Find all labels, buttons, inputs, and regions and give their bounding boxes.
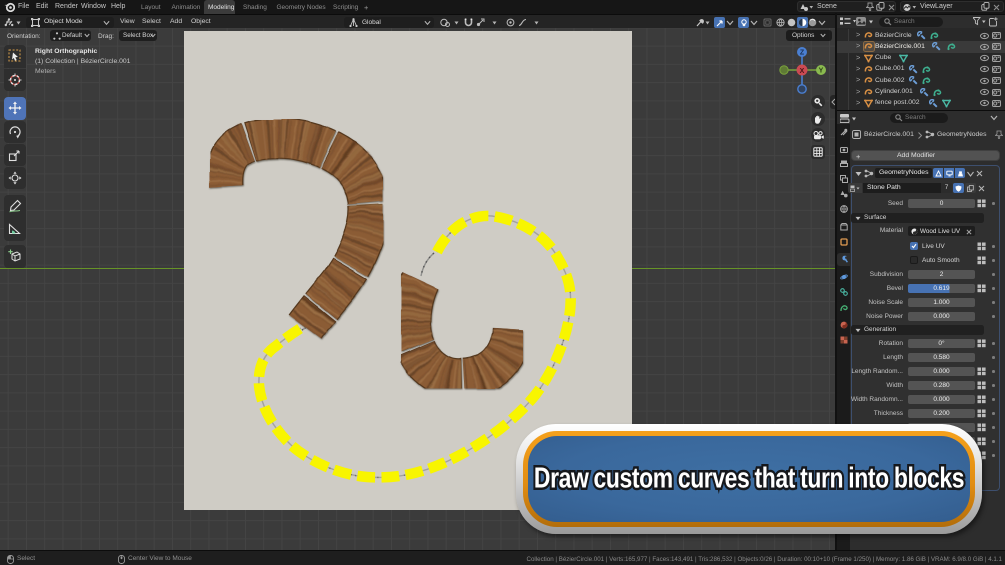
svg-text:Y: Y: [819, 68, 824, 75]
svg-text:Z: Z: [800, 50, 805, 57]
svg-text:X: X: [800, 68, 805, 75]
svg-text:Draw custom curves that turn i: Draw custom curves that turn into blocks: [534, 463, 964, 494]
